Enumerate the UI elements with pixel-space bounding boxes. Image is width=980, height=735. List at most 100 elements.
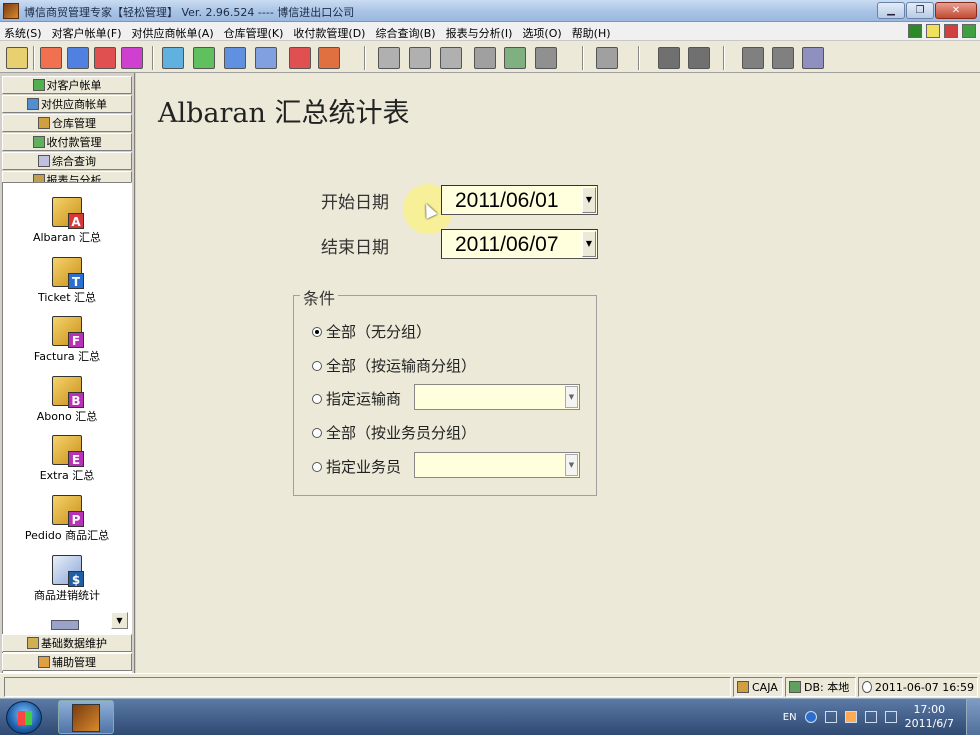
doc1-icon[interactable] — [378, 47, 400, 69]
start-date-picker[interactable]: 2011/06/01 ▼ — [441, 185, 598, 215]
radio-icon[interactable] — [312, 461, 322, 472]
euro-icon[interactable] — [318, 47, 340, 69]
tray-expand-icon[interactable] — [824, 711, 837, 723]
arrow-right-icon[interactable] — [688, 47, 710, 69]
nav-customer-bills[interactable]: 对客户帐单 — [2, 76, 132, 94]
restore-button[interactable]: ❐ — [906, 2, 934, 19]
help-icon[interactable] — [926, 24, 940, 38]
exit-icon[interactable] — [6, 47, 28, 69]
radio-icon[interactable] — [312, 393, 322, 404]
option-all-by-carrier[interactable]: 全部（按运输商分组） — [312, 355, 476, 376]
doc2-icon[interactable] — [409, 47, 431, 69]
pedido-summary-item[interactable]: P Pedido 商品汇总 — [3, 495, 131, 543]
option-specific-salesman[interactable]: 指定业务员 — [312, 456, 401, 477]
search-icon — [38, 155, 50, 167]
carrier-dropdown-icon[interactable]: ▼ — [565, 386, 578, 408]
warehouse-icon — [38, 117, 50, 129]
network-icon[interactable] — [864, 711, 877, 723]
nav-payments[interactable]: 收付款管理 — [2, 133, 132, 151]
money-bag-icon — [32, 136, 45, 148]
calculator-icon[interactable] — [908, 24, 922, 38]
menu-help[interactable]: 帮助(H) — [572, 25, 611, 41]
option-label: 全部（按业务员分组） — [326, 424, 477, 442]
factura-f-icon[interactable] — [67, 47, 89, 69]
report3-icon[interactable] — [224, 47, 246, 69]
nav-label: 基础数据维护 — [41, 637, 107, 650]
option-all-no-group[interactable]: 全部（无分组） — [312, 321, 431, 342]
help-icon[interactable] — [804, 711, 817, 723]
doc5-icon[interactable] — [504, 47, 526, 69]
menu-reports[interactable]: 报表与分析(I) — [446, 25, 513, 41]
abono-summary-item[interactable]: B Abono 汇总 — [3, 376, 131, 424]
arrow-left-icon[interactable] — [658, 47, 680, 69]
albaran-a-icon[interactable] — [40, 47, 62, 69]
settings-icon[interactable] — [535, 47, 557, 69]
item-label: Pedido 商品汇总 — [24, 529, 110, 542]
radio-icon[interactable] — [312, 427, 322, 438]
extra-summary-item[interactable]: E Extra 汇总 — [3, 435, 131, 483]
salesman-select[interactable]: ▼ — [414, 452, 580, 478]
radio-icon[interactable] — [312, 326, 322, 337]
show-desktop-button[interactable] — [966, 699, 980, 735]
cash-icon — [737, 681, 749, 693]
print-icon[interactable] — [596, 47, 618, 69]
users2-icon[interactable] — [772, 47, 794, 69]
taskbar-clock[interactable]: 17:00 2011/6/7 — [905, 703, 954, 731]
doc4-icon[interactable] — [474, 47, 496, 69]
pedido-p-icon[interactable] — [121, 47, 143, 69]
item-label: 商品进销统计 — [34, 589, 100, 602]
users3-icon[interactable] — [802, 47, 824, 69]
menu-options[interactable]: 选项(O) — [522, 25, 561, 41]
menu-customer-bills[interactable]: 对客户帐单(F) — [52, 25, 122, 41]
app-icon — [3, 3, 19, 19]
menu-system[interactable]: 系统(S) — [4, 25, 42, 41]
ticket-summary-item[interactable]: T Ticket 汇总 — [3, 257, 131, 305]
option-all-by-salesman[interactable]: 全部（按业务员分组） — [312, 422, 476, 443]
menu-supplier-bills[interactable]: 对供应商帐单(A) — [132, 25, 214, 41]
albaran-summary-item[interactable]: A Albaran 汇总 — [3, 197, 131, 245]
nav-query[interactable]: 综合查询 — [2, 152, 132, 170]
end-date-dropdown-icon[interactable]: ▼ — [582, 231, 596, 257]
close-button[interactable]: ✕ — [935, 2, 977, 19]
left-nav-panel: 对客户帐单 对供应商帐单 仓库管理 收付款管理 综合查询 报表与分析 A Alb… — [0, 73, 135, 704]
carrier-select[interactable]: ▼ — [414, 384, 580, 410]
radio-icon[interactable] — [312, 360, 322, 371]
menu-query[interactable]: 综合查询(B) — [375, 25, 435, 41]
menu-warehouse[interactable]: 仓库管理(K) — [224, 25, 284, 41]
condition-group-title: 条件 — [300, 285, 339, 309]
ticket-b-icon[interactable] — [94, 47, 116, 69]
report1-icon[interactable] — [162, 47, 184, 69]
exit-small-icon[interactable] — [962, 24, 976, 38]
nav-label: 对供应商帐单 — [41, 98, 107, 111]
more-item-partial[interactable] — [45, 620, 85, 630]
report2-icon[interactable] — [193, 47, 215, 69]
doc3-icon[interactable] — [440, 47, 462, 69]
nav-basic-data[interactable]: 基础数据维护 — [2, 634, 132, 652]
scroll-down-button[interactable]: ▼ — [111, 612, 128, 629]
nav-supplier-bills[interactable]: 对供应商帐单 — [2, 95, 132, 113]
language-indicator[interactable]: EN — [783, 712, 797, 723]
minimize-button[interactable]: ▁ — [877, 2, 905, 19]
end-date-picker[interactable]: 2011/06/07 ▼ — [441, 229, 598, 259]
menu-payments[interactable]: 收付款管理(D) — [293, 25, 365, 41]
supplier-bill-icon — [27, 98, 39, 110]
money-icon[interactable] — [289, 47, 311, 69]
users1-icon[interactable] — [742, 47, 764, 69]
nav-aux-management[interactable]: 辅助管理 — [2, 653, 132, 671]
taskbar-app-button[interactable] — [58, 700, 114, 734]
product-stats-item[interactable]: $ 商品进销统计 — [3, 555, 131, 603]
start-button[interactable] — [6, 701, 42, 734]
status-datetime: 2011-06-07 16:59 — [858, 677, 978, 697]
product-stats-icon: $ — [52, 555, 84, 587]
start-date-dropdown-icon[interactable]: ▼ — [582, 187, 596, 213]
factura-summary-item[interactable]: F Factura 汇总 — [3, 316, 131, 364]
volume-icon[interactable] — [884, 711, 897, 723]
user-icon[interactable] — [944, 24, 958, 38]
report4-icon[interactable] — [255, 47, 277, 69]
extra-icon: E — [52, 435, 84, 467]
nav-warehouse[interactable]: 仓库管理 — [2, 114, 132, 132]
factura-icon: F — [52, 316, 84, 348]
option-specific-carrier[interactable]: 指定运输商 — [312, 388, 401, 409]
flag-icon[interactable] — [844, 711, 857, 723]
salesman-dropdown-icon[interactable]: ▼ — [565, 454, 578, 476]
